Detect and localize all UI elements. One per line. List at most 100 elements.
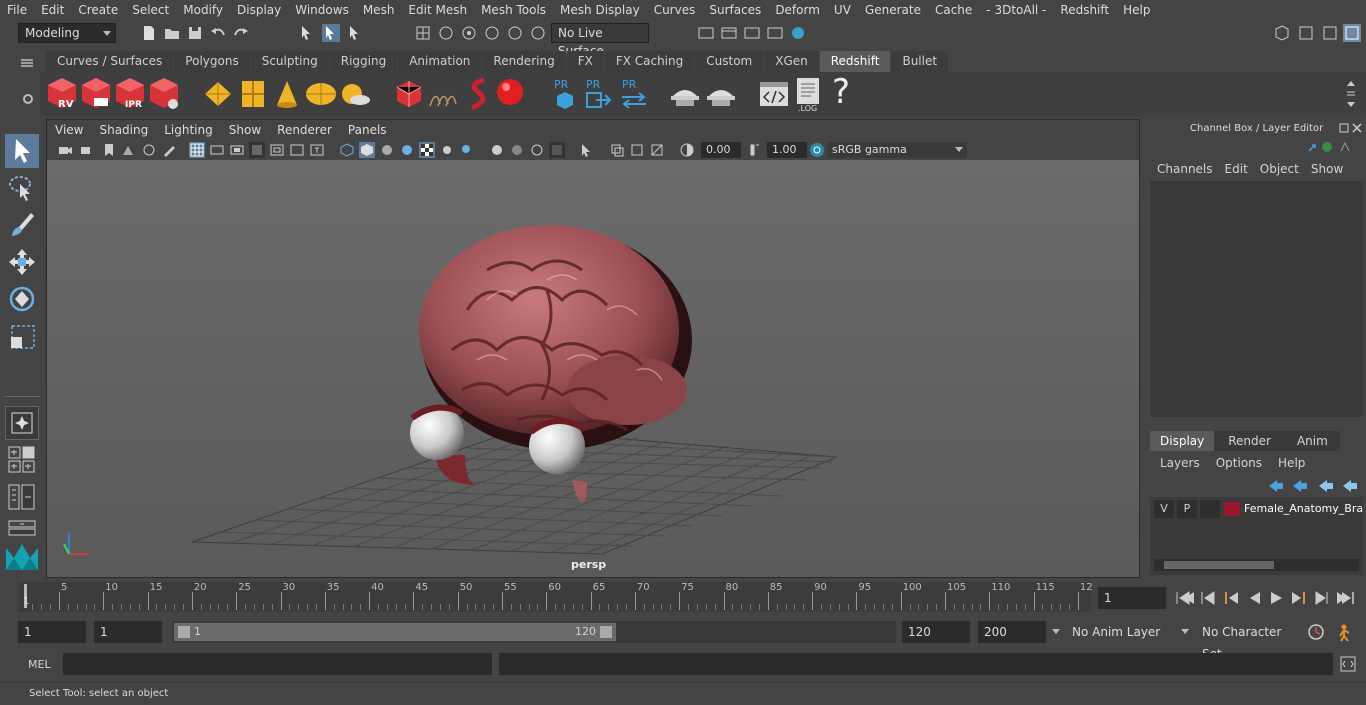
rs-ipr-icon[interactable]: IPR: [113, 76, 147, 112]
tab-sculpting[interactable]: Sculpting: [250, 51, 329, 72]
save-scene-icon[interactable]: [186, 24, 204, 42]
paint-select-tool-button[interactable]: [5, 208, 39, 242]
layer-row[interactable]: V P Female_Anatomy_Brain: [1154, 500, 1363, 518]
script-editor-icon[interactable]: [1340, 656, 1356, 672]
select-component-icon[interactable]: [346, 24, 364, 42]
isolate-select-icon[interactable]: [579, 142, 595, 158]
animation-start-field[interactable]: 1: [18, 621, 86, 643]
safe-title-icon[interactable]: [309, 142, 325, 158]
gamma-field[interactable]: 1.00: [767, 142, 807, 158]
layer-playback-toggle[interactable]: P: [1177, 500, 1197, 518]
cb-menu-show[interactable]: Show: [1305, 162, 1349, 176]
vp-menu-panels[interactable]: Panels: [340, 120, 395, 140]
film-gate-icon[interactable]: [209, 142, 225, 158]
anim-layer-dropdown[interactable]: No Anim Layer: [1066, 621, 1194, 643]
layer-actions-icons[interactable]: [1265, 476, 1361, 492]
tab-curves-surfaces[interactable]: Curves / Surfaces: [46, 51, 174, 72]
layer-visibility-toggle[interactable]: V: [1154, 500, 1174, 518]
le-menu-help[interactable]: Help: [1270, 456, 1313, 470]
tool-settings-icon[interactable]: [1321, 24, 1339, 42]
gate-mask-icon[interactable]: [249, 142, 265, 158]
cb-menu-object[interactable]: Object: [1254, 162, 1305, 176]
menu-mesh-tools[interactable]: Mesh Tools: [474, 0, 553, 20]
color-management-icon[interactable]: [809, 142, 825, 158]
grid-toggle-icon[interactable]: [189, 142, 205, 158]
textured-icon[interactable]: [419, 142, 435, 158]
cb-menu-channels[interactable]: Channels: [1151, 162, 1219, 176]
menu-3dtoall[interactable]: - 3DtoAll -: [979, 0, 1053, 20]
render-frame-icon[interactable]: [720, 24, 738, 42]
exposure-field[interactable]: 0.00: [701, 142, 741, 158]
rs-batch-render-icon[interactable]: [79, 76, 113, 112]
lasso-tool-button[interactable]: [5, 171, 39, 205]
rs-hair-icon[interactable]: [426, 78, 460, 110]
shelf-gear-icon[interactable]: [21, 92, 35, 106]
grease-pencil-icon[interactable]: [161, 142, 177, 158]
menu-uv[interactable]: UV: [827, 0, 858, 20]
tab-bullet[interactable]: Bullet: [891, 51, 949, 72]
le-menu-layers[interactable]: Layers: [1152, 456, 1208, 470]
menu-curves[interactable]: Curves: [647, 0, 703, 20]
tab-anim[interactable]: Anim: [1284, 431, 1340, 451]
tab-redshift[interactable]: Redshift: [819, 51, 891, 72]
redo-icon[interactable]: [232, 24, 250, 42]
tab-custom[interactable]: Custom: [695, 51, 764, 72]
character-set-dropdown[interactable]: No Character Set: [1196, 621, 1300, 661]
scale-tool-button[interactable]: [5, 319, 39, 353]
snap-live-icon[interactable]: [529, 24, 547, 42]
range-slider-handle[interactable]: 1 120: [174, 623, 616, 641]
safe-action-icon[interactable]: [289, 142, 305, 158]
camera-lock-icon[interactable]: [79, 142, 95, 158]
open-scene-icon[interactable]: [163, 24, 181, 42]
layer-name[interactable]: Female_Anatomy_Brain: [1244, 500, 1363, 518]
xray-icon[interactable]: [609, 142, 625, 158]
menu-help[interactable]: Help: [1116, 0, 1157, 20]
menu-edit-mesh[interactable]: Edit Mesh: [401, 0, 474, 20]
range-start-grip[interactable]: [178, 626, 190, 638]
rs-bake-icon[interactable]: [668, 78, 702, 110]
layout-split-icon[interactable]: [6, 482, 38, 512]
rs-proxy-icon[interactable]: [394, 78, 424, 110]
menu-surfaces[interactable]: Surfaces: [702, 0, 768, 20]
go-to-end-icon[interactable]: [1337, 592, 1354, 604]
rs-help-icon[interactable]: ?: [832, 72, 850, 112]
right-eye-model[interactable]: [529, 418, 587, 502]
step-forward-icon[interactable]: [1315, 591, 1328, 605]
rs-bake-options-icon[interactable]: [704, 78, 738, 110]
shelf-menu-icon[interactable]: [20, 58, 34, 68]
rs-pr-convert-icon[interactable]: PR: [619, 76, 649, 112]
layout-quad-icon[interactable]: [6, 444, 38, 474]
rs-sun-sky-icon[interactable]: [338, 78, 372, 110]
step-forward-key-icon[interactable]: [1292, 592, 1305, 604]
vp-menu-show[interactable]: Show: [221, 120, 269, 140]
tab-fx-caching[interactable]: FX Caching: [604, 51, 695, 72]
hypershade-icon[interactable]: [789, 24, 807, 42]
step-back-key-icon[interactable]: [1225, 592, 1238, 604]
anti-aliasing-icon[interactable]: [529, 142, 545, 158]
menu-mesh[interactable]: Mesh: [356, 0, 402, 20]
rs-render-settings-icon[interactable]: [147, 76, 181, 112]
default-material-icon[interactable]: [379, 142, 395, 158]
channel-box-options-icon[interactable]: [1305, 139, 1353, 155]
layer-hscrollbar[interactable]: [1154, 559, 1359, 571]
channel-box-content[interactable]: [1150, 181, 1363, 417]
rs-spot-light-icon[interactable]: [272, 78, 302, 110]
cb-menu-edit[interactable]: Edit: [1219, 162, 1254, 176]
tab-render[interactable]: Render: [1214, 431, 1285, 451]
rs-pr-cube-icon[interactable]: PR: [552, 76, 578, 112]
animation-prefs-icon[interactable]: [1336, 622, 1356, 642]
field-chart-icon[interactable]: [269, 142, 285, 158]
vp-menu-view[interactable]: View: [47, 120, 91, 140]
screen-space-ao-icon[interactable]: [489, 142, 505, 158]
xray-components-icon[interactable]: [649, 142, 665, 158]
playback-start-field[interactable]: 1: [94, 621, 162, 643]
image-plane-icon[interactable]: [121, 142, 137, 158]
channel-box-toggle-icon[interactable]: [1343, 24, 1361, 42]
gamma-icon[interactable]: [747, 142, 763, 158]
bookmark-icon[interactable]: [101, 142, 117, 158]
layer-hscroll-thumb[interactable]: [1164, 561, 1274, 569]
shelf-scroll-icon[interactable]: [1345, 78, 1357, 110]
menu-windows[interactable]: Windows: [288, 0, 356, 20]
rs-pr-export-icon[interactable]: PR: [584, 76, 612, 112]
rs-script-editor-icon[interactable]: [758, 78, 790, 110]
